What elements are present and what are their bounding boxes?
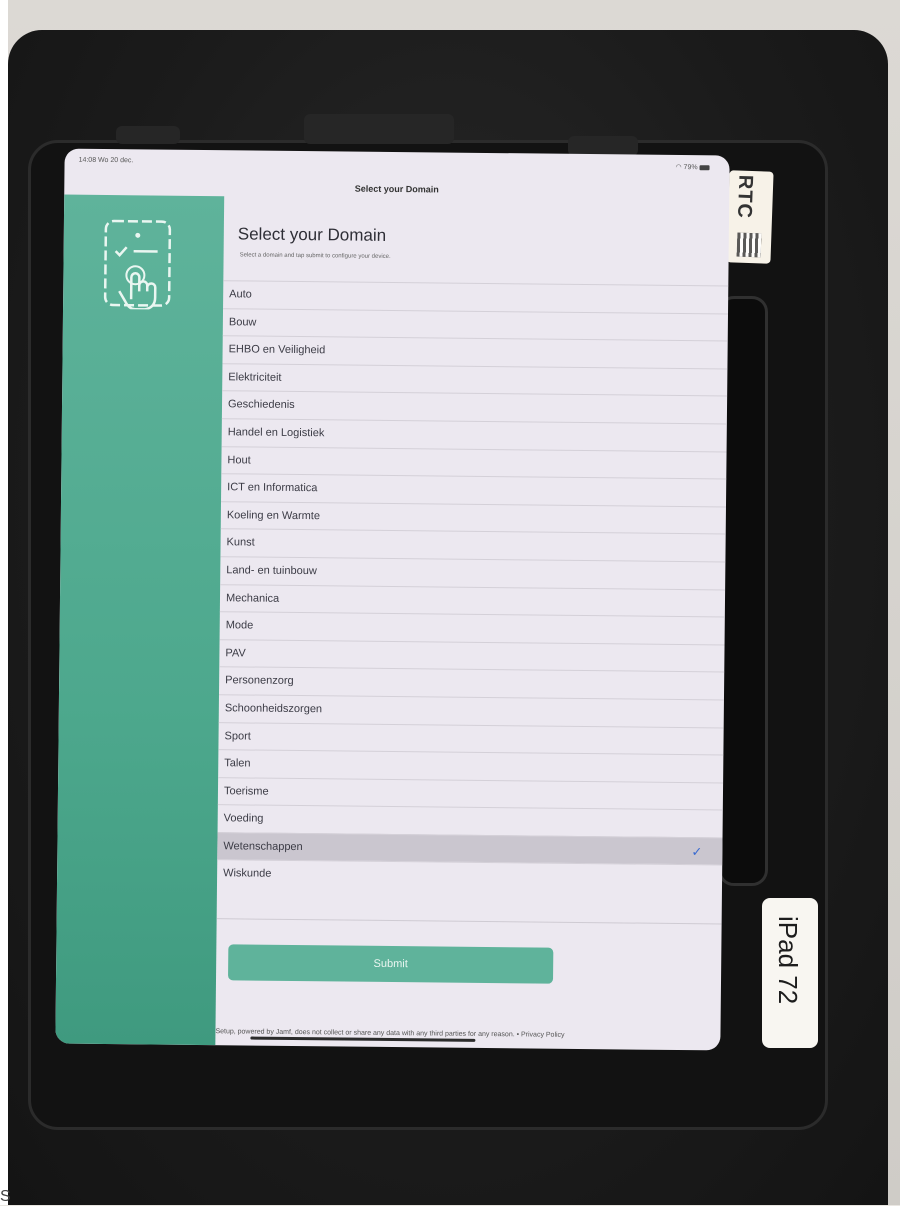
domain-label: Wetenschappen — [223, 840, 302, 853]
domain-label: EHBO en Veiligheid — [229, 343, 326, 356]
case-clip-left — [116, 126, 180, 144]
battery-percent: 79% — [684, 164, 698, 171]
wifi-icon: ◠ — [675, 164, 681, 171]
corner-glyph: S — [0, 1188, 11, 1206]
domain-selection-content: Select your Domain Select a domain and t… — [215, 196, 729, 1050]
battery-icon — [700, 165, 710, 170]
domain-label: Mechanica — [226, 592, 279, 605]
left-edge — [0, 0, 8, 1205]
domain-label: PAV — [225, 647, 246, 659]
domain-label: Hout — [227, 454, 250, 466]
checkmark-icon: ✓ — [691, 838, 702, 865]
case-clip-center — [304, 114, 454, 144]
tap-checklist-icon — [101, 217, 174, 310]
ipad-label-sticker: iPad 72 — [762, 898, 818, 1048]
rtc-sticker-text: RTC — [732, 174, 757, 219]
page-title: Select your Domain — [238, 224, 387, 246]
domain-label: Bouw — [229, 316, 257, 328]
ipad-label-text: iPad 72 — [772, 916, 803, 1004]
footer-divider — [217, 918, 722, 924]
ipad-screen: 14:08 Wo 20 dec. ◠ 79% Select your Domai… — [55, 149, 729, 1051]
domain-list: Auto Bouw EHBO en Veiligheid Elektriciteit G… — [217, 280, 728, 892]
list-item[interactable]: Wiskunde — [217, 860, 722, 893]
domain-label: Sport — [225, 730, 251, 742]
domain-label: Talen — [224, 757, 250, 769]
domain-label: Handel en Logistiek — [228, 426, 325, 439]
battery-status: ◠ 79% — [675, 163, 709, 171]
domain-label: Kunst — [227, 537, 255, 549]
domain-label: Schoonheidszorgen — [225, 702, 322, 715]
sidebar-panel — [55, 195, 224, 1046]
domain-label: ICT en Informatica — [227, 481, 317, 494]
domain-label: Personenzorg — [225, 675, 294, 688]
domain-label: Toerisme — [224, 785, 269, 797]
domain-label: Voeding — [224, 813, 264, 825]
submit-button[interactable]: Submit — [228, 944, 553, 983]
domain-label: Land- en tuinbouw — [226, 564, 317, 577]
domain-label: Elektriciteit — [228, 371, 281, 384]
domain-label: Koeling en Warmte — [227, 509, 320, 522]
domain-label: Auto — [229, 288, 252, 300]
status-time: 14:08 Wo 20 dec. — [79, 157, 134, 165]
domain-label: Geschiedenis — [228, 399, 295, 412]
rtc-sticker: RTC — [726, 170, 773, 263]
domain-label: Wiskunde — [223, 868, 271, 881]
page-subtitle: Select a domain and tap submit to config… — [240, 252, 391, 260]
domain-label: Mode — [226, 619, 254, 631]
qr-code-icon — [737, 233, 762, 258]
